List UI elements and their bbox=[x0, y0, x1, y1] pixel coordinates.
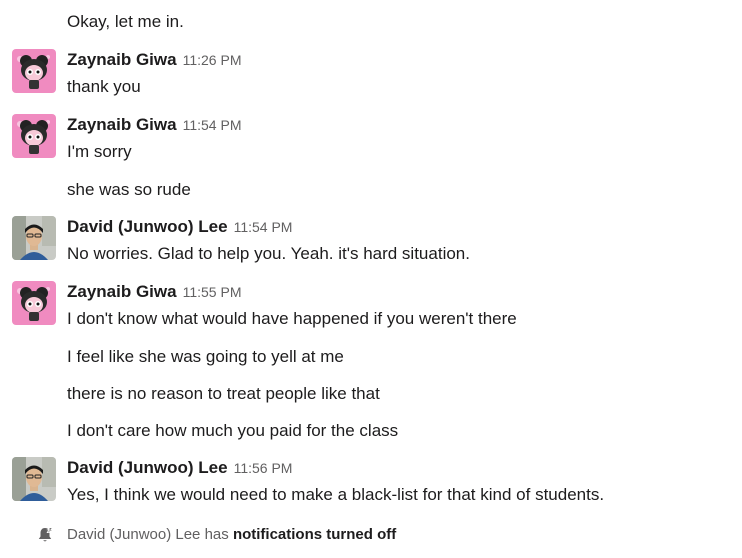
avatar-david[interactable] bbox=[12, 457, 56, 501]
sender-name[interactable]: David (Junwoo) Lee bbox=[67, 458, 228, 477]
message-text: Okay, let me in. bbox=[67, 12, 184, 31]
message-text: Yes, I think we would need to make a bla… bbox=[67, 485, 605, 504]
message-text: I'm sorry bbox=[67, 142, 132, 161]
message-header: David (Junwoo) Lee 11:56 PM bbox=[67, 457, 292, 480]
timestamp[interactable]: 11:26 PM bbox=[183, 52, 242, 68]
message-header: Zaynaib Giwa 11:54 PM bbox=[67, 114, 241, 137]
message-text: I don't care how much you paid for the c… bbox=[67, 421, 399, 440]
message-text: No worries. Glad to help you. Yeah. it's… bbox=[67, 244, 470, 263]
message-text: she was so rude bbox=[67, 180, 191, 199]
message-text: there is no reason to treat people like … bbox=[67, 384, 380, 403]
sender-name[interactable]: David (Junwoo) Lee bbox=[67, 217, 228, 236]
sender-name[interactable]: Zaynaib Giwa bbox=[67, 115, 177, 134]
message-text: I don't know what would have happened if… bbox=[67, 309, 517, 328]
timestamp[interactable]: 11:56 PM bbox=[234, 460, 293, 476]
notice-prefix: David (Junwoo) Lee has bbox=[67, 526, 233, 543]
bell-off-icon: z z bbox=[36, 526, 54, 544]
message-text: thank you bbox=[67, 77, 141, 96]
svg-text:z: z bbox=[49, 528, 52, 533]
message-text: I feel like she was going to yell at me bbox=[67, 347, 344, 366]
avatar-zaynaib[interactable] bbox=[12, 49, 56, 93]
message-header: David (Junwoo) Lee 11:54 PM bbox=[67, 216, 292, 239]
timestamp[interactable]: 11:55 PM bbox=[183, 284, 242, 300]
avatar-zaynaib[interactable] bbox=[12, 114, 56, 158]
avatar-david[interactable] bbox=[12, 216, 56, 260]
sender-name[interactable]: Zaynaib Giwa bbox=[67, 50, 177, 69]
message-header: Zaynaib Giwa 11:26 PM bbox=[67, 49, 241, 72]
avatar-zaynaib[interactable] bbox=[12, 281, 56, 325]
message-header: Zaynaib Giwa 11:55 PM bbox=[67, 281, 241, 304]
sender-name[interactable]: Zaynaib Giwa bbox=[67, 282, 177, 301]
notice-emphasis: notifications turned off bbox=[232, 526, 397, 543]
timestamp[interactable]: 11:54 PM bbox=[183, 117, 242, 133]
timestamp[interactable]: 11:54 PM bbox=[234, 219, 293, 235]
